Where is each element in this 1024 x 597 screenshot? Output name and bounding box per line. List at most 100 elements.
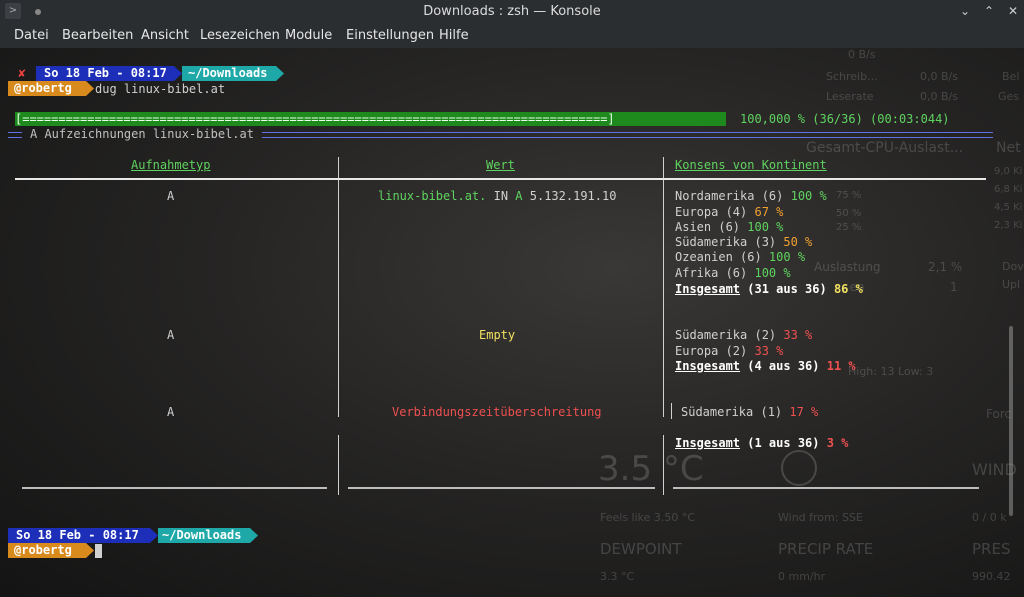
- prompt-separator-icon: [86, 81, 94, 96]
- row1-value: linux-bibel.at. IN A 5.132.191.10: [378, 189, 616, 203]
- prompt-separator-icon: [86, 543, 94, 558]
- terminal-area[interactable]: 0 B/s Schreib... 0,0 B/s Leserate 0,0 B/…: [0, 48, 1024, 597]
- row1-consensus-3: Südamerika (3) 50 %: [675, 235, 813, 249]
- cpu-usage2-value: 1: [950, 280, 958, 294]
- row1-consensus-1: Europa (4) 67 %: [675, 205, 784, 219]
- row3-divider: [671, 403, 672, 419]
- terminal-scrollbar[interactable]: [1009, 326, 1013, 516]
- weather-wind-from: Wind from: SSE: [778, 511, 863, 524]
- prompt-directory: ~/Downloads: [182, 66, 276, 81]
- window-title: Downloads : zsh — Konsole: [423, 4, 601, 19]
- widget-label-ges: Ges: [998, 90, 1020, 103]
- cpu-title: Gesamt-CPU-Auslast...: [806, 140, 964, 156]
- prompt-user: @robertg: [8, 543, 86, 558]
- prompt-separator-icon: [250, 528, 258, 543]
- header-wert: Wert: [486, 158, 515, 172]
- title-bar: > Downloads : zsh — Konsole ⌄ ⌃ ✕: [0, 0, 1024, 24]
- column-divider: [338, 435, 339, 495]
- menu-ansicht[interactable]: Ansicht: [141, 28, 189, 43]
- disk-top-value: 0 B/s: [848, 48, 876, 61]
- row1-consensus-5: Afrika (6) 100 %: [675, 266, 791, 280]
- header-aufnahmetyp: Aufnahmetyp: [131, 158, 211, 172]
- menu-lesezeichen[interactable]: Lesezeichen: [200, 28, 280, 43]
- cpu-tick-75: 75 %: [836, 190, 862, 201]
- row1-type: A: [167, 189, 175, 203]
- weather-wind-value: 0 / 0 k: [972, 511, 1007, 524]
- header-konsens: Konsens von Kontinent: [675, 158, 827, 172]
- row2-value: Empty: [479, 328, 516, 342]
- row3-total: Insgesamt (1 aus 36) 3 %: [675, 436, 849, 450]
- net-tick-4: 2,3 Ki: [994, 220, 1023, 231]
- net-download-label: Dov: [1002, 260, 1024, 273]
- cpu-usage-label: Auslastung: [814, 260, 881, 274]
- column-divider: [663, 435, 664, 495]
- weather-precip-value: 0 mm/hr: [778, 570, 826, 583]
- prompt-separator-icon: [150, 528, 158, 543]
- weather-feels-like: Feels like 3.50 °C: [600, 511, 696, 524]
- weather-precip-title: PRECIP RATE: [778, 540, 874, 558]
- row2-total: Insgesamt (4 aus 36) 11 %: [675, 359, 856, 373]
- weather-condition-icon: [781, 450, 817, 486]
- net-tick-3: 4,5 Ki: [994, 202, 1023, 213]
- section-title: A Aufzeichnungen linux-bibel.at: [30, 127, 254, 141]
- progress-text: 100,000 % (36/36) (00:03:044): [740, 112, 950, 126]
- disk-read-value: 0,0 B/s: [920, 90, 958, 103]
- weather-dewpoint-value: 3.3 °C: [600, 570, 635, 583]
- net-title: Net: [996, 140, 1021, 156]
- menu-bearbeiten[interactable]: Bearbeiten: [62, 28, 133, 43]
- prompt-user: @robertg: [8, 81, 86, 96]
- cpu-usage-value: 2,1 %: [928, 260, 963, 274]
- widget-label-bel: Bel: [1002, 70, 1020, 83]
- prompt-datetime: So 18 Feb - 08:17: [36, 66, 174, 81]
- prompt-datetime: So 18 Feb - 08:17: [8, 528, 150, 543]
- cpu-tick-25: 25 %: [836, 222, 862, 233]
- row1-in: IN: [486, 189, 516, 203]
- net-tick-2: 6,8 Ki: [994, 184, 1023, 195]
- prompt-separator-icon: [276, 66, 284, 81]
- weather-forecast-label: Forc: [986, 407, 1012, 421]
- menu-bar: Datei Bearbeiten Ansicht Lesezeichen Mod…: [0, 24, 1024, 48]
- row2-type: A: [167, 328, 175, 342]
- header-rule: [15, 178, 986, 180]
- menu-datei[interactable]: Datei: [14, 28, 49, 43]
- terminal-cursor: [95, 544, 102, 558]
- disk-read-label: Leserate: [826, 90, 874, 103]
- row3-value: Verbindungszeitüberschreitung: [392, 405, 602, 419]
- weather-hilo: High: 13 Low: 3: [848, 365, 934, 378]
- cpu-tick-50: 50 %: [836, 208, 862, 219]
- row3-consensus-0: Südamerika (1) 17 %: [681, 405, 819, 419]
- row3-type: A: [167, 405, 175, 419]
- weather-pressure-value: 990.42: [972, 570, 1011, 583]
- weather-pressure-title: PRES: [972, 540, 1011, 558]
- prompt-directory: ~/Downloads: [158, 528, 250, 543]
- row1-total: Insgesamt (31 aus 36) 86 %: [675, 282, 863, 296]
- menu-einstellungen[interactable]: Einstellungen: [346, 28, 434, 43]
- close-button[interactable]: ✕: [1005, 4, 1021, 18]
- net-upload-label: Upl: [1002, 278, 1021, 291]
- menu-module[interactable]: Module: [285, 28, 332, 43]
- footer-rule-middle: [348, 487, 655, 489]
- row1-host: linux-bibel.at.: [378, 189, 487, 203]
- row2-consensus-0: Südamerika (2) 33 %: [675, 328, 813, 342]
- progress-bar: [=======================================…: [15, 112, 726, 126]
- section-rule-right: [262, 132, 993, 138]
- disk-write-value: 0,0 B/s: [920, 70, 958, 83]
- row1-record: A: [515, 189, 523, 203]
- minimize-button[interactable]: ⌄: [957, 4, 973, 18]
- maximize-button[interactable]: ⌃: [981, 4, 997, 18]
- row1-ip: 5.132.191.10: [522, 189, 617, 203]
- prompt-separator-icon: [174, 66, 182, 81]
- row1-consensus-4: Ozeanien (6) 100 %: [675, 250, 806, 264]
- command-text: dug linux-bibel.at: [95, 82, 226, 96]
- status-fail-icon: ✘: [8, 66, 36, 81]
- disk-write-label: Schreib...: [826, 70, 878, 83]
- menu-hilfe[interactable]: Hilfe: [439, 28, 469, 43]
- footer-rule-left: [22, 487, 327, 489]
- weather-dewpoint-title: DEWPOINT: [600, 540, 682, 558]
- row1-consensus-2: Asien (6) 100 %: [675, 220, 784, 234]
- weather-temperature: 3.5 °C: [598, 449, 704, 489]
- column-divider: [338, 157, 339, 417]
- footer-rule-right: [673, 487, 979, 489]
- section-rule-left: [8, 132, 22, 138]
- row2-consensus-1: Europa (2) 33 %: [675, 344, 784, 358]
